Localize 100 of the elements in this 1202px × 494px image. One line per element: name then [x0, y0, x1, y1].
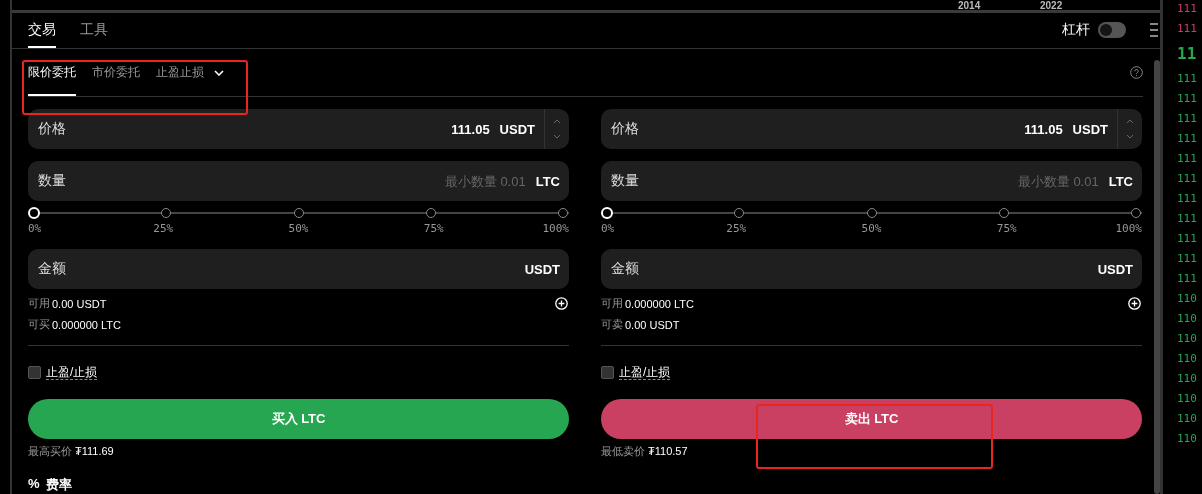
- step-down-icon[interactable]: [553, 134, 561, 139]
- amount-field[interactable]: 金额 USDT: [28, 249, 569, 289]
- order-book-price: 110: [1177, 431, 1198, 447]
- best-price-label: 最高买价: [28, 443, 72, 459]
- order-book-price: 111: [1177, 191, 1198, 207]
- order-type-tab[interactable]: 止盈止损: [156, 49, 224, 96]
- balance-label: 可买: [28, 317, 50, 332]
- tick-label: 75%: [423, 222, 444, 235]
- balance-value: 0.00 USDT: [625, 318, 680, 331]
- order-book-price: 11: [1177, 43, 1198, 65]
- unit-label: LTC: [1108, 173, 1134, 189]
- scrollbar[interactable]: [1154, 60, 1160, 494]
- tab[interactable]: 交易: [28, 12, 56, 48]
- order-book-price: 110: [1177, 411, 1198, 427]
- tick-label: 100%: [1115, 222, 1142, 235]
- step-down-icon[interactable]: [1126, 134, 1134, 139]
- best-price-value: ₮110.57: [648, 445, 688, 457]
- trade-button[interactable]: 卖出 LTC: [601, 399, 1142, 439]
- field-label: 数量: [611, 172, 640, 190]
- quantity-field[interactable]: 数量 最小数量 0.01 LTC: [28, 161, 569, 201]
- tick-label: 25%: [726, 222, 747, 235]
- field-label: 数量: [38, 172, 67, 190]
- order-book-price: 111: [1177, 131, 1198, 147]
- amount-field[interactable]: 金额 USDT: [601, 249, 1142, 289]
- order-book-price: 111: [1177, 171, 1198, 187]
- fee-icon: %: [28, 476, 40, 494]
- balance-label: 可用: [28, 296, 50, 311]
- price-field[interactable]: 价格 111.05 USDT: [28, 109, 569, 149]
- quantity-input[interactable]: 最小数量 0.01: [383, 172, 528, 190]
- tick-label: 25%: [153, 222, 174, 235]
- step-up-icon[interactable]: [553, 119, 561, 124]
- leverage-toggle[interactable]: [1098, 22, 1126, 39]
- order-book-price: 111: [1177, 271, 1198, 287]
- slider-thumb[interactable]: [28, 207, 40, 219]
- balance-label: 可用: [601, 296, 623, 311]
- tick-label: 100%: [542, 222, 569, 235]
- tab[interactable]: 工具: [80, 12, 108, 48]
- slider-thumb[interactable]: [601, 207, 613, 219]
- tick-mark[interactable]: [558, 208, 568, 218]
- tick-mark[interactable]: [866, 208, 877, 218]
- order-book-price: 110: [1177, 371, 1198, 387]
- axis-label: 2022: [1040, 0, 1063, 11]
- order-book-price: 111: [1177, 21, 1198, 37]
- field-label: 金额: [38, 260, 67, 278]
- tick-label: 75%: [996, 222, 1017, 235]
- axis-label: 2014: [958, 0, 981, 11]
- tick-mark[interactable]: [998, 208, 1009, 218]
- field-value: 111.05: [451, 121, 490, 137]
- tick-mark[interactable]: [734, 208, 745, 218]
- tick-mark[interactable]: [1131, 208, 1141, 218]
- best-price-label: 最低卖价: [601, 443, 645, 459]
- order-book-price: 111: [1177, 231, 1198, 247]
- unit-label: LTC: [535, 173, 561, 189]
- order-book-price: 111: [1177, 151, 1198, 167]
- balance-value: 0.000000 LTC: [625, 297, 694, 310]
- field-value: 111.05: [1024, 121, 1063, 137]
- balance-value: 0.00 USDT: [52, 297, 107, 310]
- order-book-price: 110: [1177, 291, 1198, 307]
- balance-value: 0.000000 LTC: [52, 318, 121, 331]
- unit-label: USDT: [524, 261, 561, 277]
- field-label: 金额: [611, 260, 640, 278]
- leverage-label: 杠杆: [1062, 21, 1090, 40]
- order-book-price: 110: [1177, 331, 1198, 347]
- order-book-price: 111: [1177, 211, 1198, 227]
- order-type-tab[interactable]: 限价委托: [28, 49, 76, 96]
- quantity-input[interactable]: 最小数量 0.01: [956, 172, 1101, 190]
- menu-icon[interactable]: [1150, 23, 1158, 38]
- tick-mark[interactable]: [161, 208, 172, 218]
- unit-label: USDT: [1097, 261, 1134, 277]
- checkbox[interactable]: [28, 365, 41, 379]
- unit-label: USDT: [499, 121, 536, 137]
- field-label: 价格: [611, 120, 640, 138]
- order-book-price: 110: [1177, 391, 1198, 407]
- balance-label: 可卖: [601, 317, 623, 332]
- unit-label: USDT: [1072, 121, 1109, 137]
- order-type-tab[interactable]: 市价委托: [92, 49, 140, 96]
- checkbox[interactable]: [601, 365, 614, 379]
- step-up-icon[interactable]: [1126, 119, 1134, 124]
- price-field[interactable]: 价格 111.05 USDT: [601, 109, 1142, 149]
- help-icon[interactable]: [1130, 66, 1143, 79]
- order-book-price: 111: [1177, 111, 1198, 127]
- best-price-value: ₮111.69: [75, 445, 114, 457]
- tick-label: 0%: [601, 222, 615, 235]
- order-book-price: 111: [1177, 91, 1198, 107]
- add-icon[interactable]: [1128, 297, 1141, 310]
- tick-mark[interactable]: [293, 208, 304, 218]
- order-book-price: 110: [1177, 311, 1198, 327]
- fee-label: 费率: [45, 476, 72, 494]
- order-book-price: 111: [1177, 1, 1198, 17]
- tpsl-link[interactable]: 止盈/止损: [46, 364, 98, 380]
- order-book-price: 111: [1177, 251, 1198, 267]
- tpsl-link[interactable]: 止盈/止损: [619, 364, 671, 380]
- tick-label: 0%: [28, 222, 42, 235]
- add-icon[interactable]: [555, 297, 568, 310]
- quantity-field[interactable]: 数量 最小数量 0.01 LTC: [601, 161, 1142, 201]
- order-book-price: 111: [1177, 71, 1198, 87]
- caret-icon: [214, 69, 224, 76]
- tick-label: 50%: [861, 222, 882, 235]
- field-label: 价格: [38, 120, 67, 138]
- tick-mark[interactable]: [425, 208, 436, 218]
